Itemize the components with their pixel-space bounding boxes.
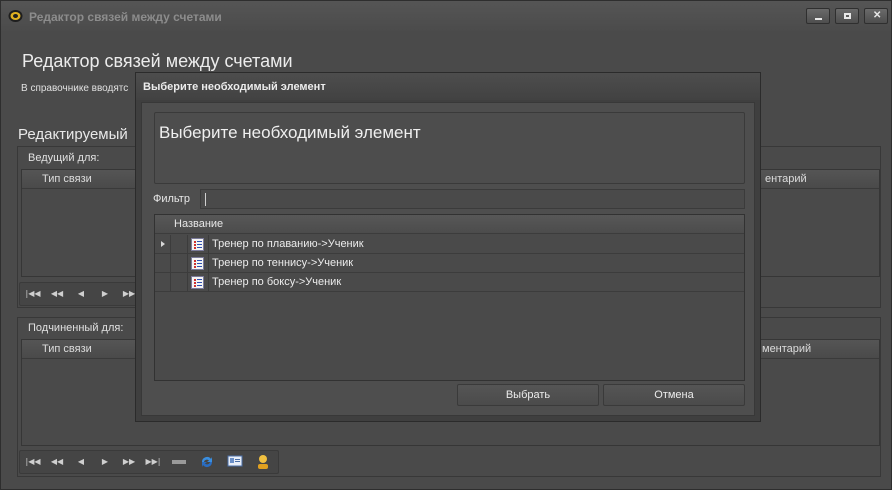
next-page-button[interactable]: ▶▶ bbox=[120, 454, 138, 470]
prev-page-button[interactable]: ◀◀ bbox=[48, 286, 66, 302]
cancel-button[interactable]: Отмена bbox=[603, 384, 745, 406]
list-header: Название bbox=[155, 215, 744, 234]
leading-navigator: |◀◀ ◀◀ ◀ ▶ ▶▶ bbox=[19, 282, 139, 306]
row-indicator bbox=[155, 254, 171, 272]
filter-input[interactable] bbox=[200, 189, 745, 209]
list-item-icon bbox=[191, 238, 204, 251]
dialog-header-panel: Выберите необходимый элемент bbox=[154, 112, 745, 184]
row-spacer bbox=[172, 254, 188, 272]
list-item[interactable]: Тренер по боксу->Ученик bbox=[155, 273, 744, 292]
dialog-body: Выберите необходимый элемент Фильтр Назв… bbox=[141, 102, 755, 416]
refresh-icon bbox=[202, 457, 212, 467]
card-icon bbox=[227, 455, 243, 467]
row-spacer bbox=[172, 273, 188, 291]
minus-icon bbox=[172, 459, 186, 464]
app-logo-icon bbox=[8, 10, 23, 22]
list-item-icon bbox=[191, 276, 204, 289]
prev-record-button[interactable]: ◀ bbox=[72, 454, 90, 470]
user-button[interactable] bbox=[254, 454, 272, 470]
select-element-dialog: Выберите необходимый элемент Выберите не… bbox=[135, 72, 761, 422]
maximize-button[interactable] bbox=[835, 8, 859, 24]
element-list[interactable]: Название Тренер по плаванию->Ученик Трен… bbox=[154, 214, 745, 381]
column-header-type[interactable]: Тип связи bbox=[42, 173, 92, 185]
list-item-label: Тренер по теннису->Ученик bbox=[212, 257, 354, 269]
filter-label: Фильтр bbox=[153, 193, 190, 205]
dialog-heading: Выберите необходимый элемент bbox=[159, 123, 421, 142]
page-title: Редактор связей между счетами bbox=[22, 51, 293, 71]
cell-divider bbox=[208, 273, 209, 291]
minimize-button[interactable] bbox=[806, 8, 830, 24]
column-header-name[interactable]: Название bbox=[174, 218, 223, 230]
window-title: Редактор связей между счетами bbox=[29, 10, 222, 24]
prev-record-button[interactable]: ◀ bbox=[72, 286, 90, 302]
title-bar[interactable]: Редактор связей между счетами ✕ bbox=[1, 1, 891, 31]
cell-divider bbox=[208, 254, 209, 272]
refresh-button[interactable] bbox=[198, 454, 216, 470]
prev-page-button[interactable]: ◀◀ bbox=[48, 454, 66, 470]
last-record-button[interactable]: ▶▶| bbox=[144, 454, 162, 470]
list-item-label: Тренер по плаванию->Ученик bbox=[212, 238, 364, 250]
delete-record-button[interactable] bbox=[170, 454, 188, 470]
subordinate-navigator: |◀◀ ◀◀ ◀ ▶ ▶▶ ▶▶| bbox=[19, 450, 279, 474]
next-record-button[interactable]: ▶ bbox=[96, 286, 114, 302]
dialog-title: Выберите необходимый элемент bbox=[143, 81, 326, 93]
first-record-button[interactable]: |◀◀ bbox=[24, 286, 42, 302]
close-button[interactable]: ✕ bbox=[864, 8, 888, 24]
row-spacer bbox=[172, 235, 188, 253]
cell-divider bbox=[208, 235, 209, 253]
row-indicator bbox=[155, 235, 171, 253]
section-title: Редактируемый bbox=[18, 126, 128, 143]
column-header-type[interactable]: Тип связи bbox=[42, 343, 92, 355]
list-item[interactable]: Тренер по плаванию->Ученик bbox=[155, 235, 744, 254]
user-icon bbox=[258, 455, 268, 469]
column-header-comment[interactable]: ентарий bbox=[765, 173, 807, 185]
row-indicator bbox=[155, 273, 171, 291]
text-caret bbox=[205, 193, 206, 206]
leading-group-label: Ведущий для: bbox=[28, 152, 100, 164]
first-record-button[interactable]: |◀◀ bbox=[24, 454, 42, 470]
list-item-icon bbox=[191, 257, 204, 270]
dialog-title-bar[interactable]: Выберите необходимый элемент bbox=[136, 73, 760, 100]
list-item-label: Тренер по боксу->Ученик bbox=[212, 276, 342, 288]
subordinate-group-label: Подчиненный для: bbox=[28, 322, 124, 334]
next-record-button[interactable]: ▶ bbox=[96, 454, 114, 470]
list-item[interactable]: Тренер по теннису->Ученик bbox=[155, 254, 744, 273]
select-button[interactable]: Выбрать bbox=[457, 384, 599, 406]
column-header-comment[interactable]: ментарий bbox=[762, 343, 811, 355]
close-icon: ✕ bbox=[873, 10, 882, 21]
card-view-button[interactable] bbox=[226, 454, 244, 470]
page-description: В справочнике вводятс bbox=[21, 83, 129, 94]
current-row-icon bbox=[161, 241, 165, 247]
